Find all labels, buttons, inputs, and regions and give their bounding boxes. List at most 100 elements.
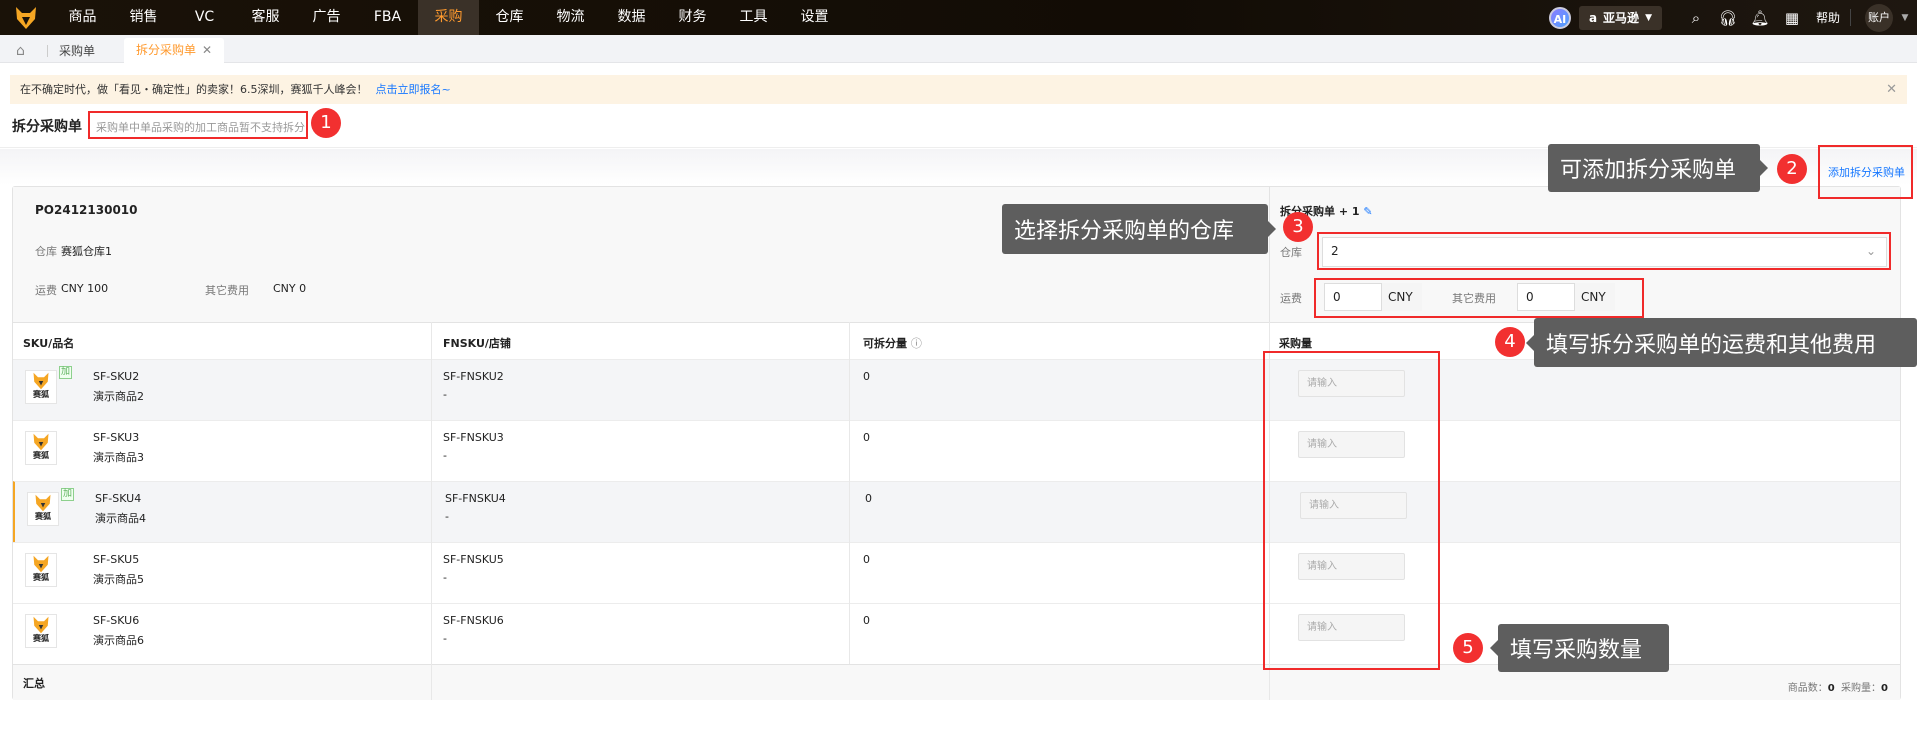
fnsku: SF-FNSKU2 bbox=[443, 370, 504, 383]
count-label: 商品数： bbox=[1787, 683, 1828, 694]
product-thumbnail: 赛狐 bbox=[27, 492, 59, 526]
splittable-qty: 0 bbox=[863, 614, 870, 627]
page-title: 拆分采购单 bbox=[12, 119, 82, 135]
nav-item[interactable]: VC bbox=[174, 0, 235, 35]
home-icon[interactable]: ⌂ bbox=[16, 39, 25, 63]
product-name: 演示商品2 bbox=[93, 390, 144, 403]
other-fee-label: 其它费用 bbox=[205, 284, 249, 297]
account-avatar[interactable]: 账户 bbox=[1865, 3, 1893, 32]
sku: SF-SKU3 bbox=[93, 431, 140, 444]
apps-grid-icon[interactable]: ▦ bbox=[1776, 9, 1808, 27]
nav-item[interactable]: 财务 bbox=[662, 0, 723, 35]
close-icon[interactable]: ✕ bbox=[202, 43, 212, 57]
help-circle-icon[interactable]: ⓘ bbox=[911, 337, 922, 350]
fnsku: SF-FNSKU4 bbox=[445, 492, 506, 505]
ai-assistant-button[interactable]: AI bbox=[1548, 6, 1571, 29]
product-name: 演示商品6 bbox=[93, 634, 144, 647]
table-row: 赛狐 SF-SKU5 演示商品5 SF-FNSKU5 - 0 请输入 bbox=[13, 542, 1900, 603]
po-number: PO2412130010 bbox=[35, 203, 138, 217]
fnsku: SF-FNSKU6 bbox=[443, 614, 504, 627]
annotation-step-number: 2 bbox=[1777, 154, 1807, 184]
warehouse-value: 赛狐仓库1 bbox=[61, 245, 112, 258]
annotation-step-number: 3 bbox=[1283, 212, 1313, 242]
splittable-qty: 0 bbox=[865, 492, 872, 505]
amazon-icon: a bbox=[1588, 10, 1598, 25]
thumb-text: 赛狐 bbox=[33, 390, 49, 399]
nav-item[interactable]: 广告 bbox=[296, 0, 357, 35]
divider bbox=[47, 45, 48, 57]
product-thumbnail: 赛狐 bbox=[25, 431, 57, 465]
product-name: 演示商品3 bbox=[93, 451, 144, 464]
nav-item[interactable]: 设置 bbox=[784, 0, 845, 35]
count-value: 0 bbox=[1827, 683, 1835, 694]
summary-totals: 商品数：0 采购量：0 bbox=[1788, 679, 1888, 694]
fox-logo[interactable] bbox=[0, 0, 52, 35]
bell-icon[interactable]: 🔔︎ bbox=[1744, 9, 1776, 27]
promo-banner: 在不确定时代，做「看见・确定性」的卖家！6.5深圳，赛狐千人峰会！ 点击立即报名~… bbox=[10, 75, 1907, 104]
nav-item[interactable]: 客服 bbox=[235, 0, 296, 35]
nav-item[interactable]: 仓库 bbox=[479, 0, 540, 35]
thumb-text: 赛狐 bbox=[33, 634, 49, 643]
splittable-qty: 0 bbox=[863, 431, 870, 444]
banner-signup-link[interactable]: 点击立即报名~ bbox=[376, 83, 451, 96]
summary-label: 汇总 bbox=[23, 677, 45, 690]
freight-value: CNY 100 bbox=[61, 282, 109, 295]
marketplace-dropdown[interactable]: a 亚马逊 ▼ bbox=[1578, 5, 1662, 30]
tab-bar: ⌂ 采购单 拆分采购单 ✕ bbox=[0, 35, 1917, 63]
freight-label: 运费 bbox=[35, 284, 57, 297]
annotation-highlight-box bbox=[1317, 232, 1891, 270]
annotation-highlight-box bbox=[1314, 278, 1644, 318]
qty-total-label: 采购量： bbox=[1841, 683, 1882, 694]
nav-item[interactable]: 工具 bbox=[723, 0, 784, 35]
split-freight-label: 运费 bbox=[1280, 292, 1302, 305]
col-qty: 采购量 bbox=[1279, 337, 1312, 350]
annotation-highlight-box bbox=[1263, 351, 1440, 670]
marketplace-label: 亚马逊 bbox=[1603, 11, 1640, 25]
nav-item[interactable]: 销售 bbox=[113, 0, 174, 35]
edit-icon[interactable]: ✎ bbox=[1363, 205, 1372, 218]
tab-split-purchase-order[interactable]: 拆分采购单 ✕ bbox=[124, 38, 224, 63]
annotation-highlight-box bbox=[1818, 145, 1913, 199]
product-name: 演示商品4 bbox=[95, 512, 146, 525]
table-row: 赛狐加 SF-SKU2 演示商品2 SF-FNSKU2 - 0 请输入 bbox=[13, 359, 1900, 420]
sku: SF-SKU4 bbox=[95, 492, 142, 505]
col-splittable-label: 可拆分量 bbox=[863, 337, 907, 350]
thumb-text: 赛狐 bbox=[33, 451, 49, 460]
product-thumbnail: 赛狐 bbox=[25, 614, 57, 648]
caret-down-icon[interactable]: ▼ bbox=[1893, 13, 1917, 23]
col-divider bbox=[849, 322, 850, 664]
shop: - bbox=[445, 510, 449, 523]
annotation-tooltip: 选择拆分采购单的仓库 bbox=[1002, 204, 1276, 254]
headset-icon[interactable]: 🎧︎ bbox=[1712, 9, 1744, 27]
splittable-qty: 0 bbox=[863, 553, 870, 566]
nav-item[interactable]: 数据 bbox=[601, 0, 662, 35]
product-thumbnail: 赛狐 bbox=[25, 553, 57, 587]
table-row: 赛狐 SF-SKU3 演示商品3 SF-FNSKU3 - 0 请输入 bbox=[13, 420, 1900, 481]
help-link[interactable]: 帮助 bbox=[1816, 9, 1851, 26]
sku: SF-SKU2 bbox=[93, 370, 140, 383]
processed-tag: 加 bbox=[61, 488, 74, 501]
search-icon[interactable]: ⌕ bbox=[1680, 9, 1712, 27]
nav-item[interactable]: 物流 bbox=[540, 0, 601, 35]
warehouse-label: 仓库 bbox=[35, 245, 57, 258]
fnsku: SF-FNSKU5 bbox=[443, 553, 504, 566]
qty-total-value: 0 bbox=[1881, 683, 1888, 694]
col-splittable: 可拆分量 ⓘ bbox=[863, 335, 922, 351]
annotation-highlight-box bbox=[88, 111, 308, 139]
top-nav: 商品 销售 VC 客服 广告 FBA 采购 仓库 物流 数据 财务 工具 设置 AI a 亚马逊 ▼ ⌕ 🎧… bbox=[0, 0, 1917, 35]
close-icon[interactable]: ✕ bbox=[1886, 75, 1897, 104]
shop: - bbox=[443, 388, 447, 401]
col-divider bbox=[431, 322, 432, 700]
tab-purchase-order[interactable]: 采购单 bbox=[59, 39, 95, 63]
split-warehouse-label: 仓库 bbox=[1280, 246, 1302, 259]
annotation-tooltip: 填写拆分采购单的运费和其他费用 bbox=[1526, 318, 1917, 367]
annotation-step-number: 5 bbox=[1453, 633, 1483, 663]
product-name: 演示商品5 bbox=[93, 573, 144, 586]
processed-tag: 加 bbox=[59, 366, 72, 379]
nav-item[interactable]: FBA bbox=[357, 0, 418, 35]
nav-item[interactable]: 商品 bbox=[52, 0, 113, 35]
nav-item[interactable]: 采购 bbox=[418, 0, 479, 35]
tab-label: 拆分采购单 bbox=[136, 43, 197, 57]
col-fnsku: FNSKU/店铺 bbox=[443, 337, 511, 350]
col-sku: SKU/品名 bbox=[23, 337, 75, 350]
